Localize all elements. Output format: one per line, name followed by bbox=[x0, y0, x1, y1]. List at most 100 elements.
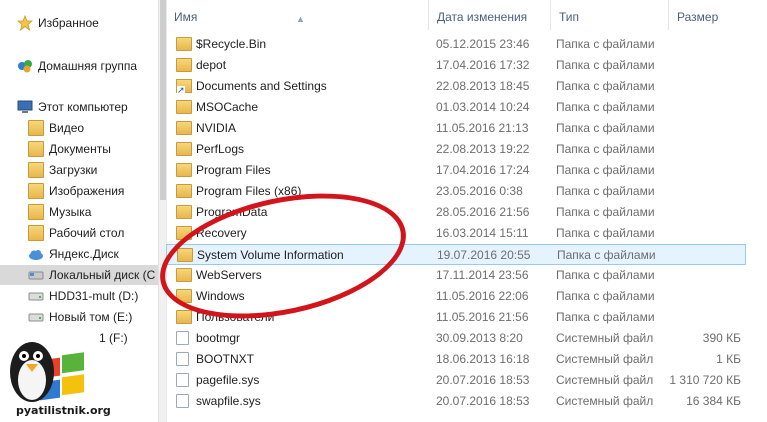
folder-icon bbox=[176, 121, 192, 135]
file-type: Папка с файлами bbox=[556, 289, 655, 303]
file-name: System Volume Information bbox=[197, 248, 344, 262]
downloads-folder-icon bbox=[28, 162, 44, 178]
system-file-icon bbox=[176, 331, 189, 345]
file-type: Папка с файлами bbox=[556, 205, 655, 219]
folder-icon bbox=[176, 268, 192, 282]
nav-drive-f[interactable]: 1 (F:) bbox=[99, 328, 128, 348]
column-type[interactable]: Тип bbox=[550, 0, 668, 30]
folder-icon bbox=[176, 310, 192, 324]
file-row[interactable]: $Recycle.Bin 05.12.2015 23:46 Папка с файл… bbox=[166, 34, 746, 55]
file-date: 11.05.2016 21:56 bbox=[436, 310, 529, 324]
file-row[interactable]: pagefile.sys 20.07.2016 18:53 Системный фа… bbox=[166, 370, 746, 391]
file-name: BOOTNXT bbox=[196, 352, 255, 366]
file-type: Папка с файлами bbox=[556, 310, 655, 324]
nav-this-pc[interactable]: Этот компьютер bbox=[17, 97, 128, 117]
nav-label: 1 (F:) bbox=[99, 331, 128, 345]
nav-label: Домашняя группа bbox=[38, 59, 138, 73]
column-name[interactable]: Имя ▲ bbox=[166, 0, 428, 30]
folder-icon bbox=[176, 142, 192, 156]
nav-homegroup[interactable]: Домашняя группа bbox=[17, 56, 137, 76]
file-row[interactable]: MSOCache 01.03.2014 10:24 Папка с файлами bbox=[166, 97, 746, 118]
drive-icon bbox=[28, 288, 44, 304]
nav-pictures[interactable]: Изображения bbox=[28, 181, 124, 201]
nav-label: Загрузки bbox=[49, 163, 98, 177]
file-row[interactable]: bootmgr 30.09.2013 8:20 Системный файл 390 … bbox=[166, 328, 746, 349]
file-type: Папка с файлами bbox=[557, 248, 656, 262]
nav-favorites[interactable]: Избранное bbox=[16, 13, 99, 33]
file-size: 1 КБ bbox=[716, 352, 741, 366]
file-type: Папка с файлами bbox=[556, 226, 655, 240]
file-row[interactable]: Recovery 16.03.2014 15:11 Папка с файлами bbox=[166, 223, 746, 244]
file-row[interactable]: Windows 11.05.2016 22:06 Папка с файлами bbox=[166, 286, 746, 307]
folder-icon bbox=[176, 184, 192, 198]
file-row[interactable]: depot 17.04.2016 17:32 Папка с файлами bbox=[166, 55, 746, 76]
file-row[interactable]: BOOTNXT 18.06.2013 16:18 Системный файл 1 К… bbox=[166, 349, 746, 370]
file-type: Папка с файлами bbox=[556, 163, 655, 177]
desktop-folder-icon bbox=[28, 225, 44, 241]
file-row[interactable]: Program Files (x86) 23.05.2016 0:38 Папка … bbox=[166, 181, 746, 202]
folder-icon bbox=[176, 226, 192, 240]
nav-music[interactable]: Музыка bbox=[28, 202, 91, 222]
nav-label: Избранное bbox=[38, 16, 99, 30]
nav-local-disk-c[interactable]: Локальный диск (C bbox=[0, 265, 160, 285]
file-date: 17.04.2016 17:32 bbox=[436, 58, 530, 72]
pictures-folder-icon bbox=[28, 183, 44, 199]
music-folder-icon bbox=[28, 204, 44, 220]
file-name: Program Files (x86) bbox=[196, 184, 302, 198]
nav-label: Изображения bbox=[49, 184, 125, 198]
nav-downloads[interactable]: Загрузки bbox=[28, 160, 97, 180]
folder-icon bbox=[176, 205, 192, 219]
file-date: 28.05.2016 21:56 bbox=[436, 205, 530, 219]
folder-icon bbox=[176, 100, 192, 114]
file-date: 22.08.2013 18:45 bbox=[436, 79, 530, 93]
local-disk-icon bbox=[28, 267, 44, 283]
file-type: Системный файл bbox=[556, 331, 654, 345]
file-row[interactable]: Documents and Settings 22.08.2013 18:45 Па… bbox=[166, 76, 746, 97]
file-name: $Recycle.Bin bbox=[196, 37, 267, 51]
file-row[interactable]: Пользователи 11.05.2016 21:56 Папка с файл… bbox=[166, 307, 746, 328]
file-type: Папка с файлами bbox=[556, 79, 655, 93]
file-row[interactable]: NVIDIA 11.05.2016 21:13 Папка с файлами bbox=[166, 118, 746, 139]
video-folder-icon bbox=[28, 120, 44, 136]
nav-video[interactable]: Видео bbox=[28, 118, 84, 138]
file-row[interactable]: PerfLogs 22.08.2013 19:22 Папка с файлами bbox=[166, 139, 746, 160]
nav-drive-e[interactable]: Новый том (E:) bbox=[28, 307, 132, 327]
file-size: 16 384 КБ bbox=[686, 394, 741, 408]
file-date: 17.04.2016 17:24 bbox=[436, 163, 530, 177]
nav-yandex-disk[interactable]: Яндекс.Диск bbox=[28, 244, 119, 264]
file-type: Папка с файлами bbox=[556, 121, 655, 135]
file-date: 23.05.2016 0:38 bbox=[436, 184, 523, 198]
nav-documents[interactable]: Документы bbox=[28, 139, 111, 159]
file-name: PerfLogs bbox=[196, 142, 245, 156]
column-date-label: Дата изменения bbox=[437, 10, 528, 24]
column-header: Имя ▲ Дата изменения Тип Размер bbox=[166, 0, 767, 30]
folder-icon bbox=[176, 37, 192, 51]
file-name: pagefile.sys bbox=[196, 373, 260, 387]
file-name: depot bbox=[196, 58, 227, 72]
file-date: 17.11.2014 23:56 bbox=[436, 268, 529, 282]
file-row[interactable]: System Volume Information 19.07.2016 20:5… bbox=[166, 244, 746, 265]
file-date: 19.07.2016 20:55 bbox=[437, 248, 531, 262]
folder-icon bbox=[176, 289, 192, 303]
file-date: 11.05.2016 21:13 bbox=[436, 121, 529, 135]
column-size[interactable]: Размер bbox=[668, 0, 767, 30]
file-row[interactable]: ProgramData 28.05.2016 21:56 Папка с файла… bbox=[166, 202, 746, 223]
file-name: bootmgr bbox=[196, 331, 241, 345]
file-name: NVIDIA bbox=[196, 121, 237, 135]
column-date[interactable]: Дата изменения bbox=[428, 0, 550, 30]
file-name: Program Files bbox=[196, 163, 271, 177]
cloud-icon bbox=[28, 246, 44, 262]
folder-icon bbox=[176, 58, 192, 72]
nav-drive-d[interactable]: HDD31-mult (D:) bbox=[28, 286, 138, 306]
file-date: 30.09.2013 8:20 bbox=[436, 331, 523, 345]
file-row[interactable]: Program Files 17.04.2016 17:24 Папка с фай… bbox=[166, 160, 746, 181]
file-row[interactable]: WebServers 17.11.2014 23:56 Папка с файлам… bbox=[166, 265, 746, 286]
documents-folder-icon bbox=[28, 141, 44, 157]
nav-label: Видео bbox=[49, 121, 85, 135]
column-size-label: Размер bbox=[677, 10, 719, 24]
nav-desktop[interactable]: Рабочий стол bbox=[28, 223, 124, 243]
file-name: WebServers bbox=[196, 268, 262, 282]
file-type: Папка с файлами bbox=[556, 58, 655, 72]
nav-label: Локальный диск (C bbox=[49, 268, 156, 282]
file-row[interactable]: swapfile.sys 20.07.2016 18:53 Системный фа… bbox=[166, 391, 746, 412]
